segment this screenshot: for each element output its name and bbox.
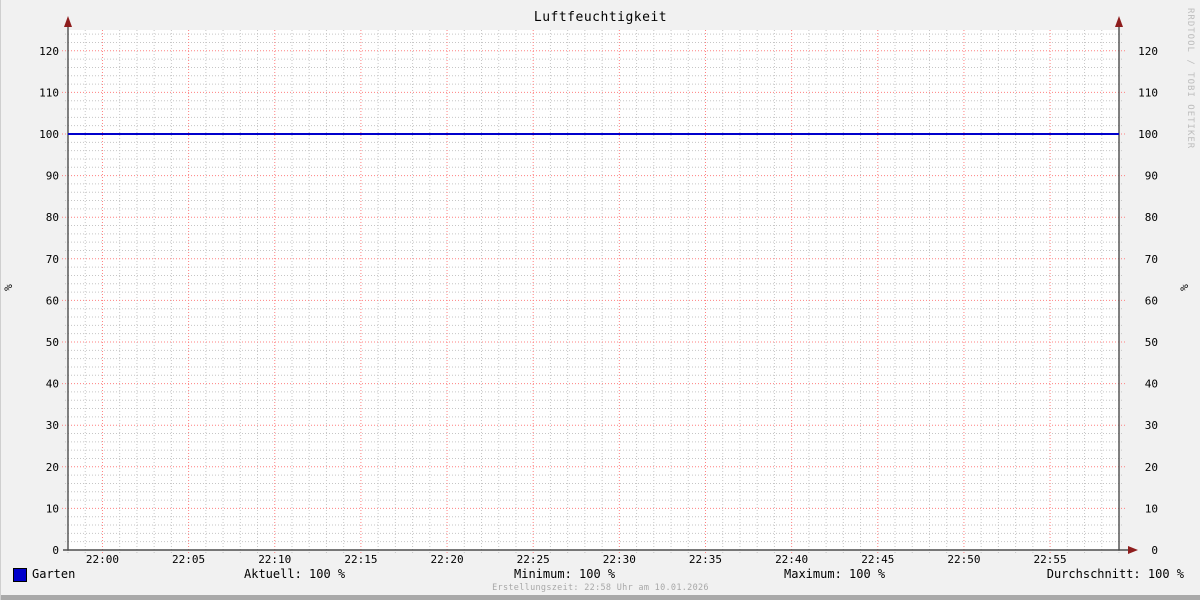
series-label: Garten xyxy=(32,567,76,581)
x-axis-tick-label: 22:30 xyxy=(603,553,636,566)
y-axis-tick-label-left: 100 xyxy=(39,128,59,141)
y-axis-tick-label-left: 70 xyxy=(46,253,59,266)
x-axis-tick-label: 22:20 xyxy=(430,553,463,566)
x-axis-tick-label: 22:45 xyxy=(861,553,894,566)
y-axis-tick-label-right: 50 xyxy=(1145,336,1158,349)
x-axis-tick-label: 22:35 xyxy=(689,553,722,566)
y-axis-tick-label-right: 0 xyxy=(1151,544,1158,557)
series-color-swatch xyxy=(13,568,27,582)
y-axis-tick-label-left: 0 xyxy=(52,544,59,557)
humidity-chart-plot: 0 0 10 10 20 20 30 30 40 40 50 50 60 60 70 70 80 80 90 90 10… xyxy=(39,16,1158,566)
x-axis-tick-label: 22:00 xyxy=(86,553,119,566)
y-axis-tick-label-left: 40 xyxy=(46,378,59,391)
legend-row: Garten Aktuell: 100 % Minimum: 100 % Max… xyxy=(1,567,1200,583)
stat-maximum: Maximum: 100 % xyxy=(784,567,886,581)
y-axis-tick-label-right: 120 xyxy=(1138,45,1158,58)
y-axis-arrow-left xyxy=(64,16,72,27)
y-axis-tick-label-left: 90 xyxy=(46,170,59,183)
y-axis-tick-label-left: 110 xyxy=(39,86,59,99)
y-axis-tick-label-right: 70 xyxy=(1145,253,1158,266)
y-axis-tick-label-left: 80 xyxy=(46,211,59,224)
plot-area-background xyxy=(68,30,1119,550)
y-axis-tick-label-right: 30 xyxy=(1145,419,1158,432)
x-axis-tick-label: 22:50 xyxy=(947,553,980,566)
x-axis-tick-label: 22:05 xyxy=(172,553,205,566)
y-axis-tick-label-left: 120 xyxy=(39,45,59,58)
x-axis-arrow xyxy=(1128,546,1138,554)
y-axis-tick-label-right: 40 xyxy=(1145,378,1158,391)
y-axis-tick-label-left: 30 xyxy=(46,419,59,432)
bottom-divider-bar xyxy=(1,595,1200,600)
y-axis-tick-label-right: 110 xyxy=(1138,86,1158,99)
y-axis-tick-label-left: 20 xyxy=(46,461,59,474)
y-axis-tick-label-right: 80 xyxy=(1145,211,1158,224)
x-axis-tick-label: 22:55 xyxy=(1034,553,1067,566)
y-axis-tick-label-right: 20 xyxy=(1145,461,1158,474)
creation-timestamp: Erstellungszeit: 22:58 Uhr am 10.01.2026 xyxy=(492,583,709,593)
y-axis-tick-label-right: 90 xyxy=(1145,170,1158,183)
stat-aktuell: Aktuell: 100 % xyxy=(244,567,346,581)
y-axis-tick-label-left: 50 xyxy=(46,336,59,349)
y-axis-tick-label-right: 10 xyxy=(1145,502,1158,515)
stat-durchschnitt: Durchschnitt: 100 % xyxy=(1046,567,1184,581)
y-axis-arrow-right xyxy=(1115,16,1123,27)
y-axis-tick-label-right: 100 xyxy=(1138,128,1158,141)
x-axis-tick-label: 22:40 xyxy=(775,553,808,566)
stat-minimum: Minimum: 100 % xyxy=(514,567,616,581)
x-axis-tick-label: 22:10 xyxy=(258,553,291,566)
y-axis-tick-label-left: 10 xyxy=(46,502,59,515)
rrdtool-graph-window: Luftfeuchtigkeit RRDTOOL / TOBI OETIKER … xyxy=(0,0,1200,600)
y-axis-tick-label-left: 60 xyxy=(46,294,59,307)
x-axis-tick-label: 22:15 xyxy=(344,553,377,566)
y-axis-tick-label-right: 60 xyxy=(1145,294,1158,307)
x-axis-tick-label: 22:25 xyxy=(517,553,550,566)
